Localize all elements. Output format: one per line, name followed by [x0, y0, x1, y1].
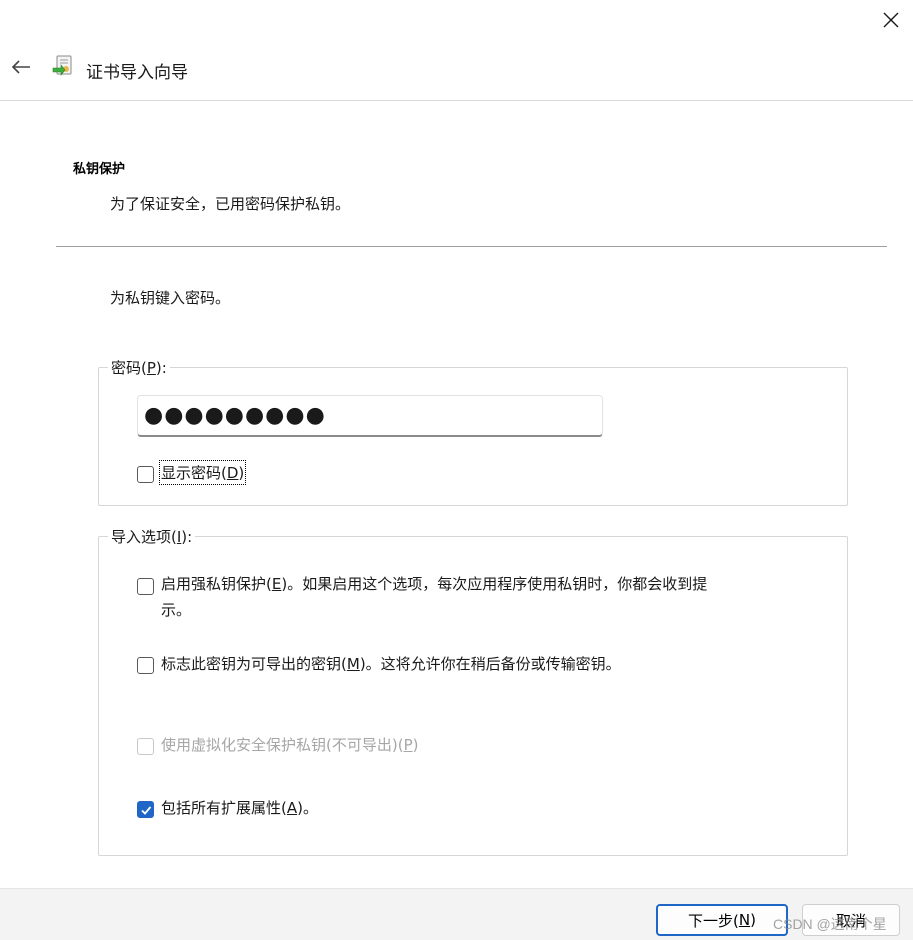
- back-arrow-icon: [11, 59, 31, 79]
- password-prompt: 为私钥键入密码。: [110, 289, 231, 307]
- strong-key-protection-checkbox[interactable]: [137, 578, 154, 595]
- header-separator: [56, 246, 887, 247]
- certificate-import-wizard-window: 证书导入向导 私钥保护 为了保证安全，已用密码保护私钥。 为私钥键入密码。 密码…: [0, 0, 913, 940]
- password-value: ●●●●●●●●●: [144, 403, 326, 428]
- virtualization-security-label: 使用虚拟化安全保护私钥(不可导出)(P): [161, 736, 419, 754]
- password-input[interactable]: ●●●●●●●●●: [137, 395, 603, 437]
- certificate-import-icon: [51, 54, 77, 80]
- import-options-legend: 导入选项(I):: [108, 526, 196, 547]
- watermark: CSDN @这南个星: [773, 916, 887, 932]
- mark-exportable-label[interactable]: 标志此密钥为可导出的密钥(M)。这将允许你在稍后备份或传输密钥。: [161, 653, 621, 674]
- close-icon: [883, 12, 899, 32]
- virtualization-security-checkbox: [137, 738, 154, 755]
- strong-key-protection-label[interactable]: 启用强私钥保护(E)。如果启用这个选项，每次应用程序使用私钥时，你都会收到提: [161, 573, 707, 594]
- include-extended-properties-checkbox[interactable]: [137, 801, 154, 818]
- section-heading: 私钥保护: [73, 162, 126, 177]
- next-button[interactable]: 下一步(N): [656, 904, 788, 936]
- wizard-title: 证书导入向导: [86, 63, 188, 83]
- show-password-label[interactable]: 显示密码(D): [158, 460, 247, 485]
- include-extended-properties-label[interactable]: 包括所有扩展属性(A)。: [161, 797, 318, 818]
- close-button[interactable]: [873, 6, 909, 38]
- password-group-legend: 密码(P):: [108, 357, 170, 378]
- back-button[interactable]: [6, 54, 36, 84]
- mark-exportable-checkbox[interactable]: [137, 657, 154, 674]
- strong-key-protection-label-line2[interactable]: 示。: [161, 599, 191, 620]
- section-description: 为了保证安全，已用密码保护私钥。: [110, 195, 351, 213]
- show-password-checkbox[interactable]: [137, 466, 154, 483]
- wizard-header: 证书导入向导: [0, 40, 913, 101]
